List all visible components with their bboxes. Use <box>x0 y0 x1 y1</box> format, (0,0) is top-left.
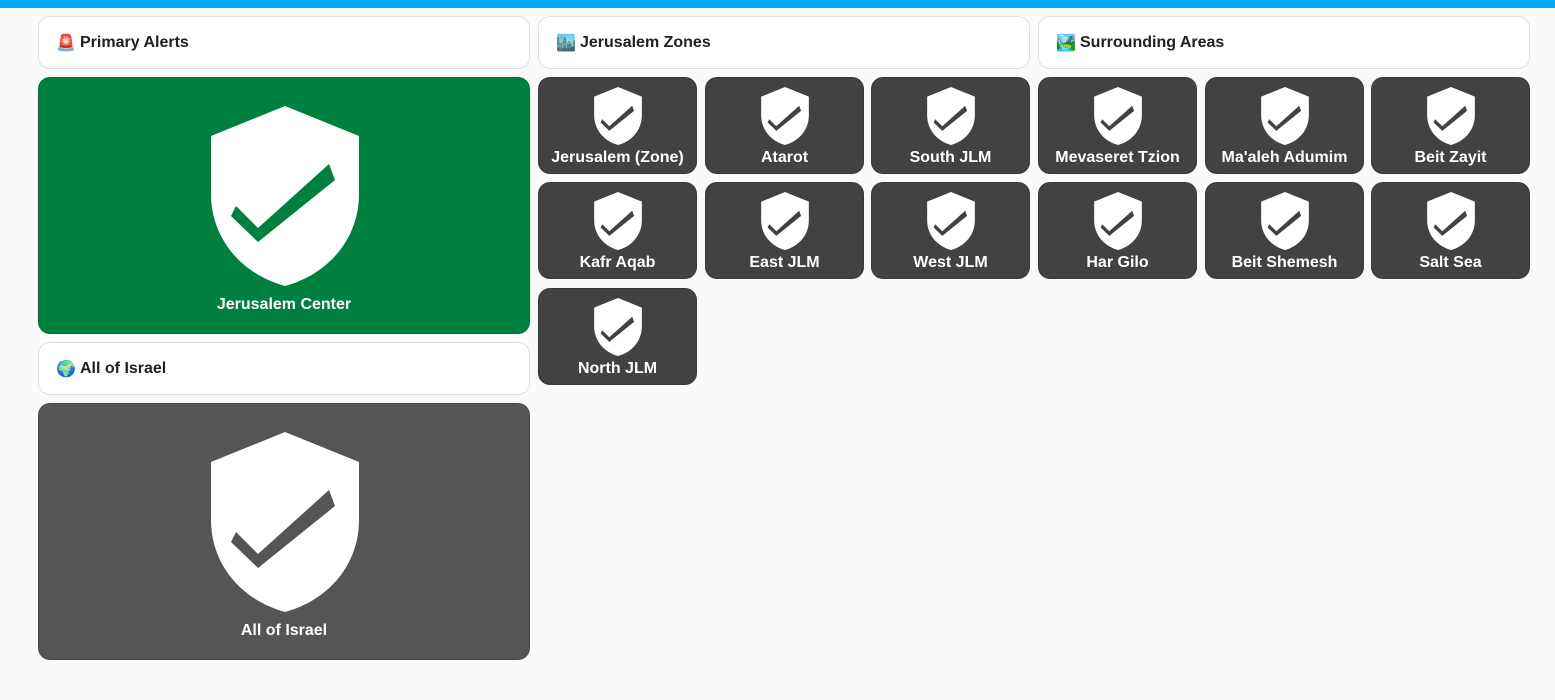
tile-label: Har Gilo <box>1086 254 1149 271</box>
shield-check-icon <box>761 192 809 250</box>
tile-label: Beit Zayit <box>1414 149 1487 166</box>
shield-check-icon <box>594 87 642 145</box>
tile-label: Beit Shemesh <box>1231 254 1338 271</box>
siren-icon: 🚨 <box>56 33 76 52</box>
zone-tile[interactable]: Kafr Aqab <box>538 182 697 279</box>
shield-check-icon <box>594 298 642 356</box>
section-title: Primary Alerts <box>80 33 189 51</box>
zone-tile[interactable]: East JLM <box>705 182 864 279</box>
zone-tile[interactable]: North JLM <box>538 288 697 385</box>
section-title: Surrounding Areas <box>1080 33 1225 51</box>
tile-label: Ma'aleh Adumim <box>1221 149 1348 166</box>
top-accent-bar <box>0 0 1555 8</box>
shield-check-icon <box>1261 192 1309 250</box>
zone-tile[interactable]: Ma'aleh Adumim <box>1205 77 1364 174</box>
section-title: All of Israel <box>80 359 167 377</box>
tile-label: North JLM <box>577 360 658 377</box>
zone-tile[interactable]: Mevaseret Tzion <box>1038 77 1197 174</box>
section-header-surrounding-areas: 🏞️ Surrounding Areas <box>1038 16 1530 69</box>
zone-tile[interactable]: Beit Shemesh <box>1205 182 1364 279</box>
tile-all-of-israel[interactable]: All of Israel <box>38 403 530 660</box>
shield-check-icon <box>927 192 975 250</box>
shield-check-icon <box>594 192 642 250</box>
tile-label: Jerusalem Center <box>216 296 352 313</box>
globe-icon: 🌍 <box>56 359 76 378</box>
shield-check-icon <box>1094 192 1142 250</box>
tile-label: Jerusalem (Zone) <box>551 149 684 166</box>
section-header-jerusalem-zones: 🏙️ Jerusalem Zones <box>538 16 1030 69</box>
tile-label: Atarot <box>760 149 809 166</box>
shield-check-icon <box>211 432 359 612</box>
tile-label: East JLM <box>749 254 820 271</box>
zone-tile[interactable]: Beit Zayit <box>1371 77 1530 174</box>
section-header-all-of-israel: 🌍 All of Israel <box>38 342 530 395</box>
tile-label: Mevaseret Tzion <box>1055 149 1180 166</box>
cityscape-icon: 🏙️ <box>556 33 576 52</box>
shield-check-icon <box>1261 87 1309 145</box>
zone-tile[interactable]: Salt Sea <box>1371 182 1530 279</box>
section-title: Jerusalem Zones <box>580 33 711 51</box>
shield-check-icon <box>1427 192 1475 250</box>
tile-label: Salt Sea <box>1419 254 1482 271</box>
section-header-primary-alerts: 🚨 Primary Alerts <box>38 16 530 69</box>
shield-check-icon <box>211 106 359 286</box>
zone-tile[interactable]: Jerusalem (Zone) <box>538 77 697 174</box>
tile-label: South JLM <box>909 149 992 166</box>
zone-tile[interactable]: Atarot <box>705 77 864 174</box>
shield-check-icon <box>927 87 975 145</box>
zone-tile[interactable]: West JLM <box>871 182 1030 279</box>
tile-jerusalem-center[interactable]: Jerusalem Center <box>38 77 530 334</box>
tile-label: Kafr Aqab <box>579 254 656 271</box>
shield-check-icon <box>1427 87 1475 145</box>
landscape-icon: 🏞️ <box>1056 33 1076 52</box>
tile-label: All of Israel <box>240 622 328 639</box>
shield-check-icon <box>761 87 809 145</box>
shield-check-icon <box>1094 87 1142 145</box>
zone-tile[interactable]: Har Gilo <box>1038 182 1197 279</box>
zone-tile[interactable]: South JLM <box>871 77 1030 174</box>
tile-label: West JLM <box>913 254 988 271</box>
